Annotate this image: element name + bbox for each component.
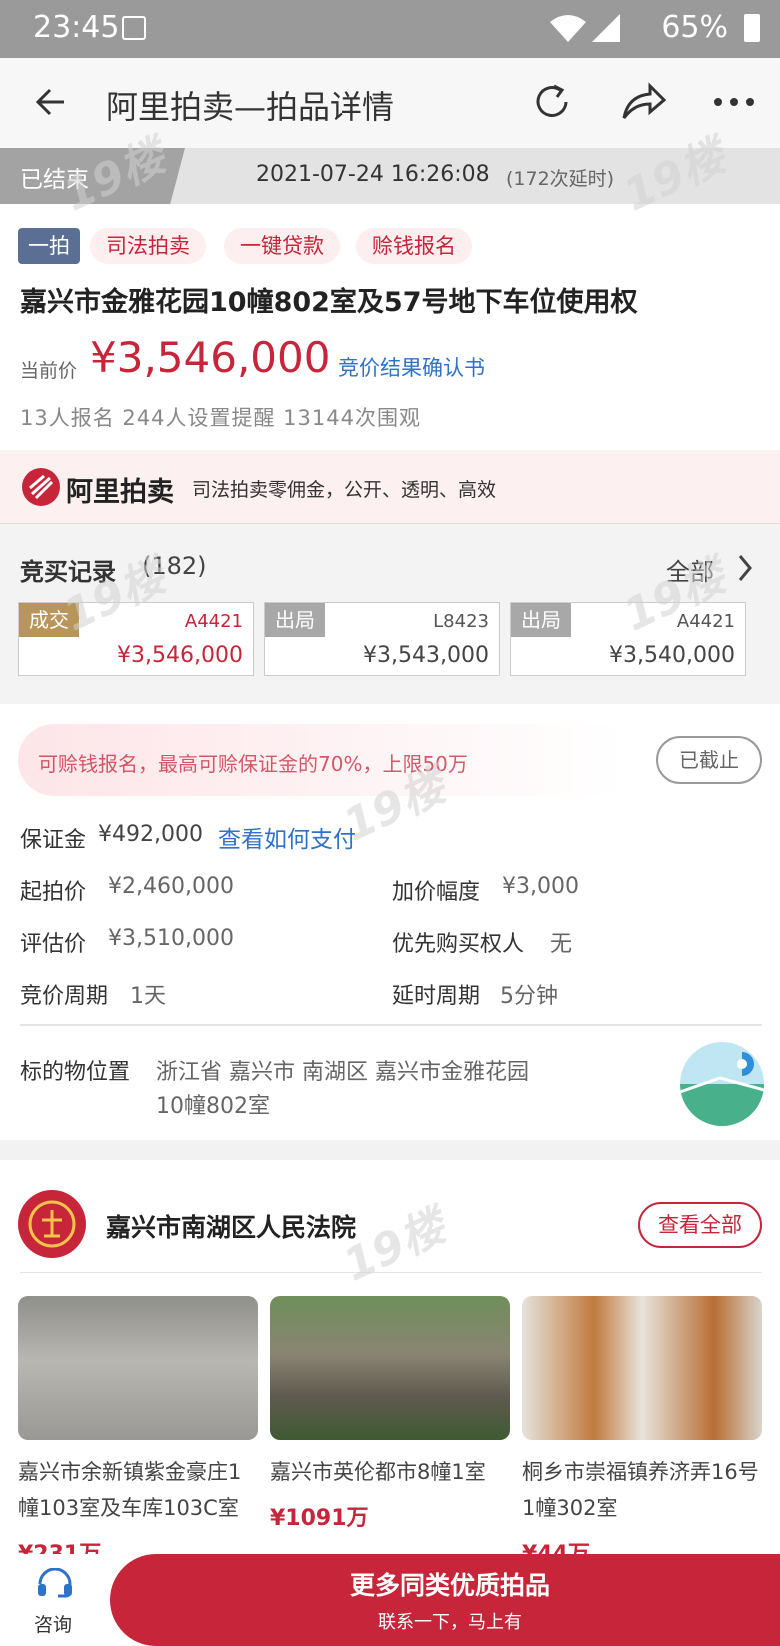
bid-record-card: 出局 A4421 ¥3,540,000	[510, 602, 746, 676]
result-confirmation-link[interactable]: 竞价结果确认书	[338, 352, 485, 382]
deposit-value: ¥492,000	[98, 822, 203, 847]
bid-code: A4421	[676, 611, 735, 632]
bid-code: A4421	[184, 611, 243, 632]
page-title: 阿里拍卖—拍品详情	[106, 88, 395, 126]
delay-period-label: 延时周期	[392, 984, 481, 1009]
assess-price-value: ¥3,510,000	[108, 926, 234, 951]
map-location-icon[interactable]	[680, 1042, 764, 1126]
auction-status-banner: 已结束 2021-07-24 16:26:08 (172次延时)	[0, 148, 780, 204]
bid-code: L8423	[433, 611, 489, 632]
start-price-value: ¥2,460,000	[108, 874, 234, 899]
lot-title: 嘉兴市金雅花园10幢802室及57号地下车位使用权	[20, 287, 638, 318]
related-lot-card[interactable]: 嘉兴市英伦都市8幢1室 ¥1091万	[270, 1296, 510, 1532]
bid-records-title: 竞买记录	[20, 558, 116, 586]
start-price-label: 起拍价	[20, 880, 87, 905]
divider	[20, 1024, 762, 1026]
bid-records: 竞买记录 (182) 全部 成交 A4421 ¥3,546,000 出局 L84…	[0, 524, 780, 704]
bid-status-badge: 出局	[511, 603, 571, 637]
more-similar-lots-button[interactable]: 更多同类优质拍品 联系一下，马上有	[110, 1554, 780, 1646]
lot-card-title: 嘉兴市余新镇紫金豪庄1幢103室及车库103C室	[18, 1460, 242, 1520]
price-label: 当前价	[20, 360, 78, 382]
credit-register-notice: 可赊钱报名，最高可赊保证金的70%，上限50万	[18, 724, 628, 796]
court-emblem-icon	[18, 1190, 86, 1258]
priority-buyer-label: 优先购买权人	[392, 932, 525, 957]
location-value: 浙江省 嘉兴市 南湖区 嘉兴市金雅花园10幢802室	[156, 1060, 529, 1119]
lot-card-title: 桐乡市崇福镇养济弄16号1幢302室	[522, 1460, 759, 1520]
bid-record-card: 成交 A4421 ¥3,546,000	[18, 602, 254, 676]
location-label: 标的物位置	[20, 1060, 131, 1085]
delay-count: (172次延时)	[506, 168, 615, 190]
how-to-pay-link[interactable]: 查看如何支付	[218, 820, 356, 854]
bid-records-count: (182)	[142, 552, 207, 580]
consult-label[interactable]: 咨询	[34, 1610, 72, 1637]
battery-icon	[744, 14, 760, 42]
chevron-right-icon[interactable]	[736, 554, 754, 582]
share-icon[interactable]	[620, 80, 668, 124]
lot-photo	[18, 1296, 258, 1440]
ali-auction-strip: 阿里拍卖 司法拍卖零佣金，公开、透明、高效	[0, 450, 780, 524]
lot-photo	[270, 1296, 510, 1440]
status-time: 23:45	[33, 10, 120, 45]
status-bar: 23:45 65%	[0, 0, 780, 58]
court-name: 嘉兴市南湖区人民法院	[106, 1213, 357, 1242]
back-arrow-icon[interactable]	[34, 84, 70, 120]
bid-amount: ¥3,543,000	[363, 643, 489, 668]
see-all-button[interactable]: 查看全部	[638, 1202, 762, 1248]
assess-price-label: 评估价	[20, 932, 87, 957]
bid-records-all[interactable]: 全部	[666, 552, 714, 587]
lot-card-title: 嘉兴市英伦都市8幢1室	[270, 1460, 486, 1484]
refresh-icon[interactable]	[530, 80, 574, 124]
tag-loan[interactable]: 一键贷款	[224, 228, 340, 264]
tag-judicial[interactable]: 司法拍卖	[90, 228, 206, 264]
end-time: 2021-07-24 16:26:08	[256, 162, 490, 187]
bid-status-badge: 成交	[19, 603, 79, 637]
battery-percent: 65%	[661, 10, 728, 45]
tag-first-auction: 一拍	[18, 228, 80, 264]
ali-brand: 阿里拍卖	[66, 477, 174, 508]
more-options-icon[interactable]	[712, 96, 756, 108]
increment-label: 加价幅度	[392, 880, 481, 905]
lot-stats: 13人报名 244人设置提醒 13144次围观	[20, 406, 421, 430]
lot-card-price: ¥1091万	[270, 1506, 369, 1531]
credit-register-text: 可赊钱报名，最高可赊保证金的70%，上限50万	[38, 752, 468, 776]
notification-icon	[122, 16, 146, 40]
bid-amount: ¥3,546,000	[117, 643, 243, 668]
lot-photo	[522, 1296, 762, 1440]
nav-bar: 阿里拍卖—拍品详情	[0, 58, 780, 148]
increment-value: ¥3,000	[502, 874, 579, 899]
current-price: ¥3,546,000	[90, 333, 331, 382]
priority-buyer-value: 无	[550, 932, 573, 957]
consult-icon[interactable]	[36, 1568, 74, 1602]
deposit-label: 保证金	[20, 828, 87, 853]
bid-status-badge: 出局	[265, 603, 325, 637]
bid-amount: ¥3,540,000	[609, 643, 735, 668]
divider	[20, 1272, 762, 1273]
bid-period-label: 竞价周期	[20, 984, 109, 1009]
related-lot-card[interactable]: 桐乡市崇福镇养济弄16号1幢302室 ¥44万	[522, 1296, 762, 1568]
wifi-signal-icon	[550, 14, 620, 42]
bid-record-card: 出局 L8423 ¥3,543,000	[264, 602, 500, 676]
bid-period-value: 1天	[130, 984, 166, 1009]
ended-badge: 已结束	[0, 148, 185, 204]
related-lot-card[interactable]: 嘉兴市余新镇紫金豪庄1幢103室及车库103C室 ¥231万	[18, 1296, 258, 1568]
bottom-bar: 咨询 更多同类优质拍品 联系一下，马上有	[0, 1554, 780, 1646]
closed-button[interactable]: 已截止	[656, 736, 762, 784]
ali-slogan: 司法拍卖零佣金，公开、透明、高效	[192, 479, 497, 501]
tag-credit-register[interactable]: 赊钱报名	[356, 228, 472, 264]
section-divider	[0, 1140, 780, 1160]
ali-logo-icon	[22, 468, 60, 506]
delay-period-value: 5分钟	[500, 984, 558, 1009]
